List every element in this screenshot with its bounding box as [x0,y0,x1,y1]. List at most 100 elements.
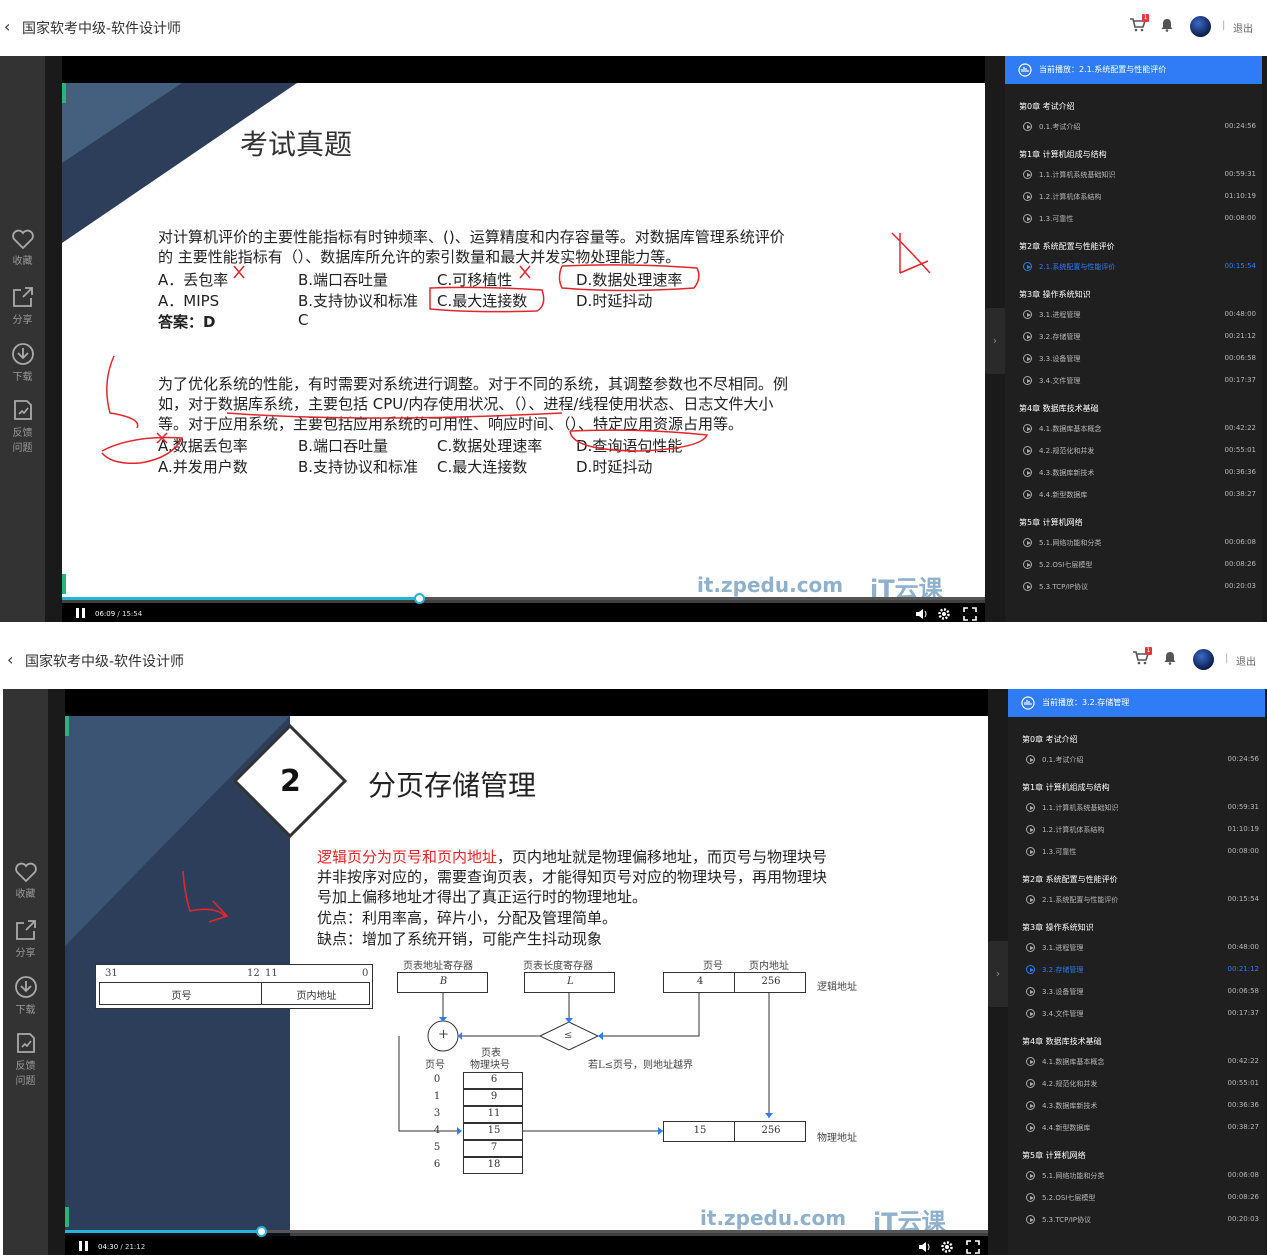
lesson-item[interactable]: 0.1.考试介绍 00:24:56 [1005,116,1262,138]
lesson-item[interactable]: 1.1.计算机系统基础知识 00:59:31 [1008,797,1265,819]
player-screen-2: ‹ 国家软考中级-软件设计师 1 | 退出 收藏 分享 下载 反馈 问题 2 分… [3,633,1267,1255]
chevron-left-icon[interactable]: ‹ [7,650,13,669]
play-circle-icon [1026,755,1035,764]
diagram-connectors [398,993,773,1135]
download-icon [11,343,34,365]
lesson-item[interactable]: 0.1.考试介绍 00:24:56 [1008,749,1265,771]
lesson-duration: 00:48:00 [1224,310,1256,318]
video-player[interactable]: 2 分页存储管理 逻辑页分为页号和页内地址，页内地址就是物理偏移地址，而页号与物… [65,689,988,1255]
feedback-button[interactable]: 反馈 问题 [0,398,45,454]
lesson-item[interactable]: 3.2.存储管理 00:21:12 [1005,326,1262,348]
video-player[interactable]: 考试真题 对计算机评价的主要性能指标有时钟频率、()、运算精度和内存容量等。对数… [62,56,985,622]
fullscreen-icon[interactable] [963,607,977,621]
lesson-item[interactable]: 2.1.系统配置与性能评价 00:15:54 [1005,256,1262,278]
play-circle-icon [1023,446,1032,455]
lesson-item[interactable]: 1.3.可靠性 00:08:00 [1008,841,1265,863]
lesson-name: 4.1.数据库基本概念 [1039,425,1102,433]
fullscreen-icon[interactable] [966,1240,980,1254]
page-index: 4 [433,1125,441,1136]
total-time: 15:54 [122,610,143,618]
lesson-item[interactable]: 5.2.OSI七层模型 00:08:26 [1005,554,1262,576]
lesson-item[interactable]: 4.2.规范化和并发 00:55:01 [1005,440,1262,462]
lesson-item[interactable]: 3.4.文件管理 00:17:37 [1005,370,1262,392]
play-circle-icon [1026,825,1035,834]
bell-icon[interactable] [1163,651,1177,665]
watermark-url: it.zpedu.com [700,1206,847,1230]
lesson-item[interactable]: 4.3.数据库新技术 00:36:36 [1005,462,1262,484]
lesson-duration: 00:42:22 [1227,1057,1259,1065]
lesson-name: 4.4.新型数据库 [1039,491,1088,499]
playlist: 第0章 考试介绍 0.1.考试介绍 00:24:56 第1章 计算机组成与结构 1.1.… [1005,90,1262,598]
lesson-duration: 00:06:08 [1224,538,1256,546]
volume-icon[interactable] [915,607,929,621]
avatar[interactable] [1190,16,1211,37]
logout-link[interactable]: 退出 [1236,653,1256,668]
lesson-item[interactable]: 3.1.进程管理 00:48:00 [1005,304,1262,326]
logout-link[interactable]: 退出 [1233,20,1253,35]
chapter-heading: 第2章 系统配置与性能评价 [1019,242,1115,251]
lesson-item[interactable]: 3.3.设备管理 00:06:58 [1008,981,1265,1003]
block-number: 6 [490,1074,498,1085]
lesson-name: 4.3.数据库新技术 [1039,469,1095,477]
feedback-button[interactable]: 反馈 问题 [3,1031,48,1087]
lesson-item[interactable]: 3.2.存储管理 00:21:12 [1008,959,1265,981]
compare-symbol: ≤ [564,1030,573,1041]
share-icon [15,920,36,940]
favorite-button[interactable]: 收藏 [0,228,45,267]
lesson-duration: 00:08:26 [1227,1193,1259,1201]
lesson-item[interactable]: 5.1.网络功能和分类 00:06:08 [1008,1165,1265,1187]
lesson-duration: 00:17:37 [1224,376,1256,384]
lesson-duration: 00:38:27 [1227,1123,1259,1131]
download-button[interactable]: 下载 [3,975,48,1016]
cart-badge: 1 [1142,14,1149,22]
feedback-icon [13,400,32,420]
chapter-heading: 第5章 计算机网络 [1019,518,1083,527]
lesson-item[interactable]: 2.1.系统配置与性能评价 00:15:54 [1008,889,1265,911]
lesson-item[interactable]: 4.4.新型数据库 00:38:27 [1008,1117,1265,1139]
lesson-item[interactable]: 5.3.TCP/IP协议 00:20:03 [1005,576,1262,598]
lesson-item[interactable]: 4.3.数据库新技术 00:36:36 [1008,1095,1265,1117]
share-button[interactable]: 分享 [3,918,48,959]
collapse-panel-button[interactable]: › [988,941,1008,1007]
pause-icon[interactable] [79,1241,88,1251]
play-circle-icon [1023,354,1032,363]
lesson-item[interactable]: 4.2.规范化和并发 00:55:01 [1008,1073,1265,1095]
left-toolbar: 收藏 分享 下载 反馈 问题 [0,56,45,622]
download-button[interactable]: 下载 [0,342,45,383]
course-title[interactable]: 国家软考中级-软件设计师 [25,651,184,671]
feedback-label-1: 反馈 [15,1061,36,1072]
lesson-item[interactable]: 5.3.TCP/IP协议 00:20:03 [1008,1209,1265,1231]
lesson-name: 3.3.设备管理 [1039,355,1081,363]
lesson-item[interactable]: 4.4.新型数据库 00:38:27 [1005,484,1262,506]
share-button[interactable]: 分享 [0,285,45,326]
lesson-item[interactable]: 4.1.数据库基本概念 00:42:22 [1005,418,1262,440]
separator: | [1225,653,1229,664]
lesson-name: 5.2.OSI七层模型 [1042,1194,1096,1202]
chevron-left-icon[interactable]: ‹ [4,17,10,36]
bell-icon[interactable] [1160,18,1174,32]
lesson-item[interactable]: 4.1.数据库基本概念 00:42:22 [1008,1051,1265,1073]
lesson-item[interactable]: 5.2.OSI七层模型 00:08:26 [1008,1187,1265,1209]
gear-icon[interactable] [937,607,951,621]
download-label: 下载 [15,1005,36,1016]
lesson-item[interactable]: 1.2.计算机体系结构 01:10:19 [1005,186,1262,208]
lesson-item[interactable]: 1.3.可靠性 00:08:00 [1005,208,1262,230]
lesson-item[interactable]: 5.1.网络功能和分类 00:06:08 [1005,532,1262,554]
lesson-item[interactable]: 3.1.进程管理 00:48:00 [1008,937,1265,959]
collapse-panel-button[interactable]: › [985,308,1005,374]
pause-icon[interactable] [76,608,85,618]
favorite-button[interactable]: 收藏 [3,861,48,900]
lesson-item[interactable]: 3.3.设备管理 00:06:58 [1005,348,1262,370]
lesson-item[interactable]: 3.4.文件管理 00:17:37 [1008,1003,1265,1025]
lesson-item[interactable]: 1.2.计算机体系结构 01:10:19 [1008,819,1265,841]
avatar[interactable] [1193,649,1214,670]
lesson-duration: 00:59:31 [1224,170,1256,178]
course-title[interactable]: 国家软考中级-软件设计师 [22,18,181,38]
gear-icon[interactable] [940,1240,954,1254]
player-controls [62,597,985,622]
lesson-item[interactable]: 1.1.计算机系统基础知识 00:59:31 [1005,164,1262,186]
progress-handle[interactable] [255,1226,267,1237]
play-circle-icon [1023,376,1032,385]
lesson-name: 5.3.TCP/IP协议 [1042,1216,1091,1224]
volume-icon[interactable] [918,1240,932,1254]
